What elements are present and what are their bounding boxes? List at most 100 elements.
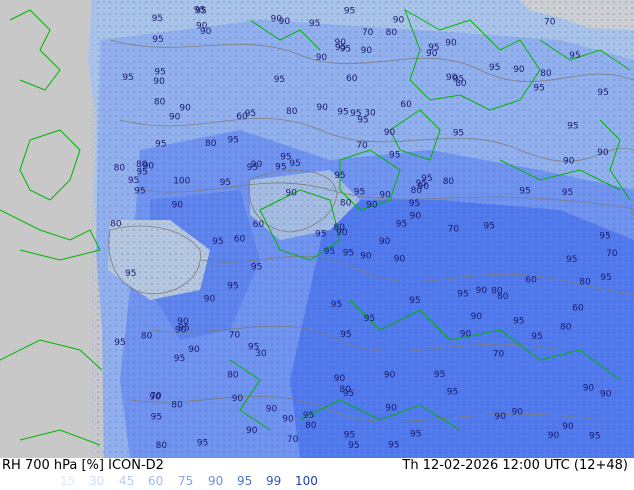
contour-label: 95 — [335, 43, 346, 53]
contour-label: 60 — [236, 112, 248, 122]
contour-label: 70 — [448, 225, 460, 235]
contour-label: 90 — [334, 374, 346, 384]
contour-label: 80 — [491, 287, 503, 297]
contour-label: 80 — [340, 198, 352, 208]
contour-label: 95 — [344, 7, 355, 17]
contour-label: 90 — [600, 390, 612, 400]
contour-label: 80 — [540, 69, 552, 79]
contour-label: 95 — [566, 255, 577, 265]
contour-label: 95 — [348, 441, 359, 451]
contour-label: 95 — [388, 441, 399, 451]
contour-label: 90 — [366, 200, 378, 210]
contour-label: 95 — [457, 290, 468, 300]
contour-label: 80 — [560, 323, 572, 333]
contour-label: 90 — [385, 404, 397, 414]
contour-label: 90 — [188, 345, 200, 355]
contour-label: 95 — [434, 370, 445, 380]
contour-label: 95 — [331, 300, 342, 310]
contour-label: 80 — [114, 163, 126, 173]
contour-label: 95 — [152, 14, 163, 24]
contour-label: 95 — [343, 249, 354, 259]
contour-label: 90 — [379, 237, 391, 247]
contour-label: 95 — [220, 178, 231, 188]
contour-label: 80 — [110, 219, 122, 229]
contour-label: 90 — [149, 393, 161, 403]
contour-label: 90 — [512, 408, 524, 418]
contour-label: 60 — [525, 275, 537, 285]
rh-map: 9090907080309030959590959095959595959590… — [0, 0, 634, 458]
contour-label: 80 — [286, 107, 298, 117]
contour-label: 80 — [227, 370, 239, 380]
contour-label: 95 — [122, 73, 133, 83]
contour-label: 95 — [309, 19, 320, 29]
contour-label: 95 — [344, 431, 355, 441]
contour-label: 95 — [227, 281, 238, 291]
contour-label: 95 — [409, 296, 420, 306]
contour-label: 80 — [455, 79, 467, 89]
contour-label: 95 — [274, 75, 285, 85]
contour-label: 95 — [340, 330, 351, 340]
contour-label: 95 — [248, 342, 259, 352]
contour-label: 90 — [360, 252, 372, 262]
contour-label: 95 — [421, 174, 432, 184]
contour-label: 95 — [513, 316, 524, 326]
contour-label: 70 — [229, 331, 241, 341]
contour-label: 95 — [174, 354, 185, 364]
legend-item: 60 — [148, 474, 164, 488]
contour-label: 70 — [606, 249, 618, 259]
contour-label: 95 — [324, 247, 335, 257]
contour-label: 95 — [357, 115, 368, 125]
contour-label: 80 — [443, 177, 455, 187]
contour-label: 95 — [228, 135, 239, 145]
contour-label: 90 — [476, 286, 488, 296]
contour-label: 60 — [572, 303, 584, 313]
contour-label: 95 — [409, 199, 420, 209]
contour-label: 95 — [569, 51, 580, 61]
contour-label: 80 — [171, 401, 183, 411]
contour-label: 95 — [562, 188, 573, 198]
contour-label: 60 — [253, 220, 265, 230]
contour-label: 95 — [600, 273, 611, 283]
legend-item: 45 — [119, 474, 135, 488]
contour-label: 95 — [134, 186, 145, 196]
contour-label: 90 — [169, 112, 181, 122]
contour-label: 95 — [334, 171, 345, 181]
contour-label: 95 — [152, 35, 163, 45]
contour-label: 90 — [266, 404, 278, 414]
contour-label: 95 — [489, 63, 500, 73]
contour-label: 95 — [364, 314, 375, 324]
contour-label: 90 — [172, 201, 184, 211]
legend-item: 95 — [237, 474, 253, 488]
contour-label: 95 — [315, 229, 326, 239]
contour-label: 95 — [155, 139, 166, 149]
contour-label: 90 — [445, 39, 457, 49]
contour-label: 90 — [597, 148, 609, 158]
contour-label: 90 — [179, 104, 191, 114]
contour-label: 90 — [246, 426, 258, 436]
contour-label: 90 — [153, 77, 165, 87]
contour-label: 60 — [234, 235, 246, 245]
contour-label: 90 — [548, 431, 560, 441]
legend-item: 99 — [266, 474, 282, 488]
map-title: RH 700 hPa [%] ICON-D2 — [2, 458, 164, 473]
contour-label: 95 — [197, 439, 208, 449]
contour-label: 95 — [396, 219, 407, 229]
contour-label: 100 — [173, 177, 190, 187]
contour-label: 95 — [484, 222, 495, 232]
contour-label: 90 — [177, 317, 189, 327]
contour-label: 90 — [471, 312, 483, 322]
valid-time: Th 12-02-2026 12:00 UTC (12+48) — [402, 458, 628, 473]
contour-label: 80 — [334, 223, 346, 233]
contour-label: 90 — [394, 255, 406, 265]
contour-label: 95 — [154, 67, 165, 77]
contour-label: 80 — [205, 139, 217, 149]
contour-label: 95 — [519, 186, 530, 196]
legend-item: 30 — [89, 474, 105, 488]
contour-label: 95 — [597, 88, 608, 98]
contour-label: 80 — [305, 421, 317, 431]
contour-label: 90 — [286, 189, 298, 199]
contour-label: 90 — [583, 384, 595, 394]
rh-texture — [92, 0, 634, 458]
contour-label: 60 — [346, 74, 358, 84]
legend-item: 75 — [178, 474, 194, 488]
